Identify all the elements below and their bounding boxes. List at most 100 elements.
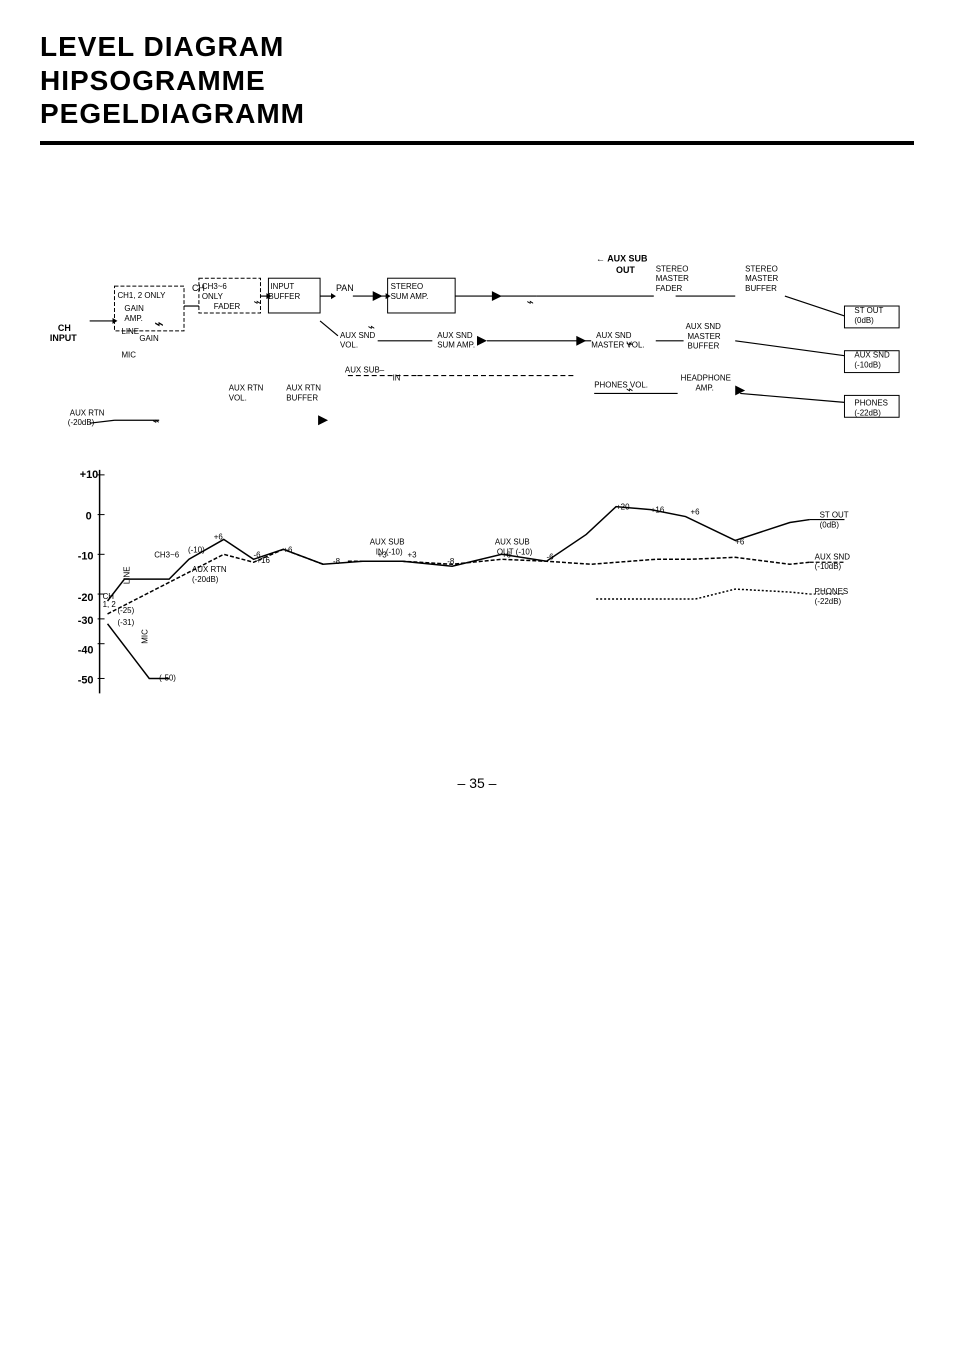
- aux-sub-in-graph-db: IN (-10): [376, 547, 403, 556]
- val-plus6-4: +6: [691, 507, 701, 516]
- amp-triangle-5: [318, 415, 328, 425]
- amp-triangle-2: [492, 291, 502, 301]
- line-aux-snd-1: [320, 321, 338, 336]
- page-number: – 35 –: [40, 775, 914, 791]
- aux-rtn-20db-label: AUX RTN: [70, 408, 105, 417]
- gain-label2: GAIN: [139, 334, 159, 343]
- page: LEVEL DIAGRAM HIPSOGRAMME PEGELDIAGRAMM …: [0, 0, 954, 1351]
- attenuator-5: ⌁: [626, 337, 633, 351]
- y-label-minus20: -20: [78, 592, 94, 604]
- mic-vert-label: MIC: [140, 629, 149, 644]
- y-label-minus50: -50: [78, 674, 94, 686]
- line-phones-2: [740, 393, 844, 402]
- phones-graph-db: (-22dB): [815, 597, 842, 606]
- val-plus3-2: +3: [407, 550, 417, 559]
- aux-snd-sum-amp-label2: SUM AMP.: [437, 341, 475, 350]
- attenuator-1: ⌁: [154, 316, 164, 333]
- y-label-0: 0: [86, 510, 92, 522]
- attenuator-3: ⌁: [368, 320, 375, 334]
- line-vert-label: LINE: [122, 566, 131, 584]
- aux-snd-sum-amp-label: AUX SND: [437, 331, 473, 340]
- out-label: OUT: [616, 265, 635, 275]
- val-minus10: (-10): [188, 545, 205, 554]
- attenuator-2: ⌁: [254, 295, 261, 309]
- y-label-minus30: -30: [78, 615, 94, 627]
- line-buffer-to-st-out: [785, 296, 845, 316]
- line-aux-snd-5: [735, 341, 844, 356]
- amp-triangle-1: [373, 291, 383, 301]
- aux-snd-master-vol-label2: MASTER VOL.: [591, 341, 644, 350]
- input-label: INPUT: [270, 282, 294, 291]
- gain-label: GAIN: [124, 304, 144, 313]
- aux-snd-10db-label2: (-10dB): [854, 360, 881, 369]
- stereo-master-fader-label: STEREO: [656, 264, 689, 273]
- header-title: LEVEL DIAGRAM HIPSOGRAMME PEGELDIAGRAMM: [40, 30, 914, 131]
- level-diagram: CH INPUT CH1, 2 ONLY GAIN AMP. CH CH3~6 …: [40, 165, 914, 745]
- line-level-curve: [108, 506, 810, 600]
- pan-label: PAN: [336, 283, 354, 293]
- ch3-6-only-label: CH3~6: [202, 282, 228, 291]
- aux-snd-vol-label2: VOL.: [340, 341, 358, 350]
- aux-snd-master-buf-label: AUX SND: [686, 322, 722, 331]
- y-label-10: +10: [80, 469, 99, 481]
- ch-input-label2: INPUT: [50, 333, 77, 343]
- buffer-label: BUFFER: [268, 292, 300, 301]
- y-label-minus40: -40: [78, 644, 94, 656]
- stereo-master-fader-label2: MASTER: [656, 274, 689, 283]
- minus-20db-graph: AUX RTN: [192, 565, 227, 574]
- aux-rtn-buffer-label2: BUFFER: [286, 393, 318, 402]
- ch-input-label: CH: [58, 323, 71, 333]
- y-label-minus10: -10: [78, 550, 94, 562]
- st-out-label: ST OUT: [854, 306, 883, 315]
- phones-vol-label: PHONES VOL.: [594, 380, 648, 389]
- stereo-master-fader-label3: FADER: [656, 284, 683, 293]
- headphone-amp-label2: AMP.: [696, 383, 714, 392]
- aux-snd-master-buf-label3: BUFFER: [688, 342, 720, 351]
- stereo-master-buffer-label3: BUFFER: [745, 284, 777, 293]
- aux-rtn-vol-label: AUX RTN: [229, 383, 264, 392]
- aux-sub-in-label2: IN: [393, 373, 401, 382]
- phones-level-curve: [596, 589, 810, 599]
- aux-sub-out-graph-label: AUX SUB: [495, 537, 530, 546]
- title-line3: PEGELDIAGRAMM: [40, 97, 914, 131]
- aux-rtn-buffer-label: AUX RTN: [286, 383, 321, 392]
- aux-snd-graph-db: (-10dB): [815, 562, 842, 571]
- mic-label: MIC: [121, 350, 136, 359]
- amp-triangle-4: [576, 336, 586, 346]
- aux-snd-graph-label: AUX SND: [815, 552, 851, 561]
- phones-22db-label: PHONES: [854, 398, 888, 407]
- title-line1: LEVEL DIAGRAM: [40, 30, 914, 64]
- stereo-master-buffer-label: STEREO: [745, 264, 778, 273]
- ch3-6-only-label2: ONLY: [202, 292, 224, 301]
- st-out-graph-label: ST OUT: [820, 510, 849, 519]
- attenuator-4: ⌁: [527, 295, 534, 309]
- minus-20db-graph2: (-20dB): [192, 575, 219, 584]
- attenuator-7: ⌁: [152, 414, 159, 428]
- ch1-2-only-label: CH1, 2 ONLY: [117, 291, 166, 300]
- headphone-amp-label: HEADPHONE: [681, 373, 731, 382]
- aux-rtn-vol-label2: VOL.: [229, 393, 247, 402]
- amp-label: AMP.: [124, 314, 142, 323]
- aux-sub-in-label: AUX SUB–: [345, 365, 385, 374]
- stereo-master-buffer-label2: MASTER: [745, 274, 778, 283]
- fader-label: FADER: [214, 302, 241, 311]
- line-label: LINE: [121, 327, 139, 336]
- aux-sub-in-graph-label: AUX SUB: [370, 537, 405, 546]
- st-out-graph-db: (0dB): [820, 520, 840, 529]
- mic-level-curve: [108, 624, 170, 679]
- attenuator-6: ⌁: [626, 382, 633, 396]
- header-divider: [40, 141, 914, 145]
- sum-amp-label: SUM AMP.: [391, 292, 429, 301]
- phones-graph-label: PHONES: [815, 587, 849, 596]
- ch3-6-graph-label: CH3~6: [154, 550, 180, 559]
- val-minus6-2: -8: [333, 557, 341, 566]
- aux-sub-out-label: ← AUX SUB: [596, 253, 648, 263]
- arrow-buffer-to-pan: [331, 293, 336, 299]
- aux-snd-master-buf-label2: MASTER: [688, 332, 721, 341]
- phones-22db-label2: (-22dB): [854, 408, 881, 417]
- ch-31-label: (-31): [117, 618, 134, 627]
- stereo-sum-label: STEREO: [391, 282, 424, 291]
- amp-triangle-3: [477, 336, 487, 346]
- title-line2: HIPSOGRAMME: [40, 64, 914, 98]
- st-out-db-label: (0dB): [854, 316, 874, 325]
